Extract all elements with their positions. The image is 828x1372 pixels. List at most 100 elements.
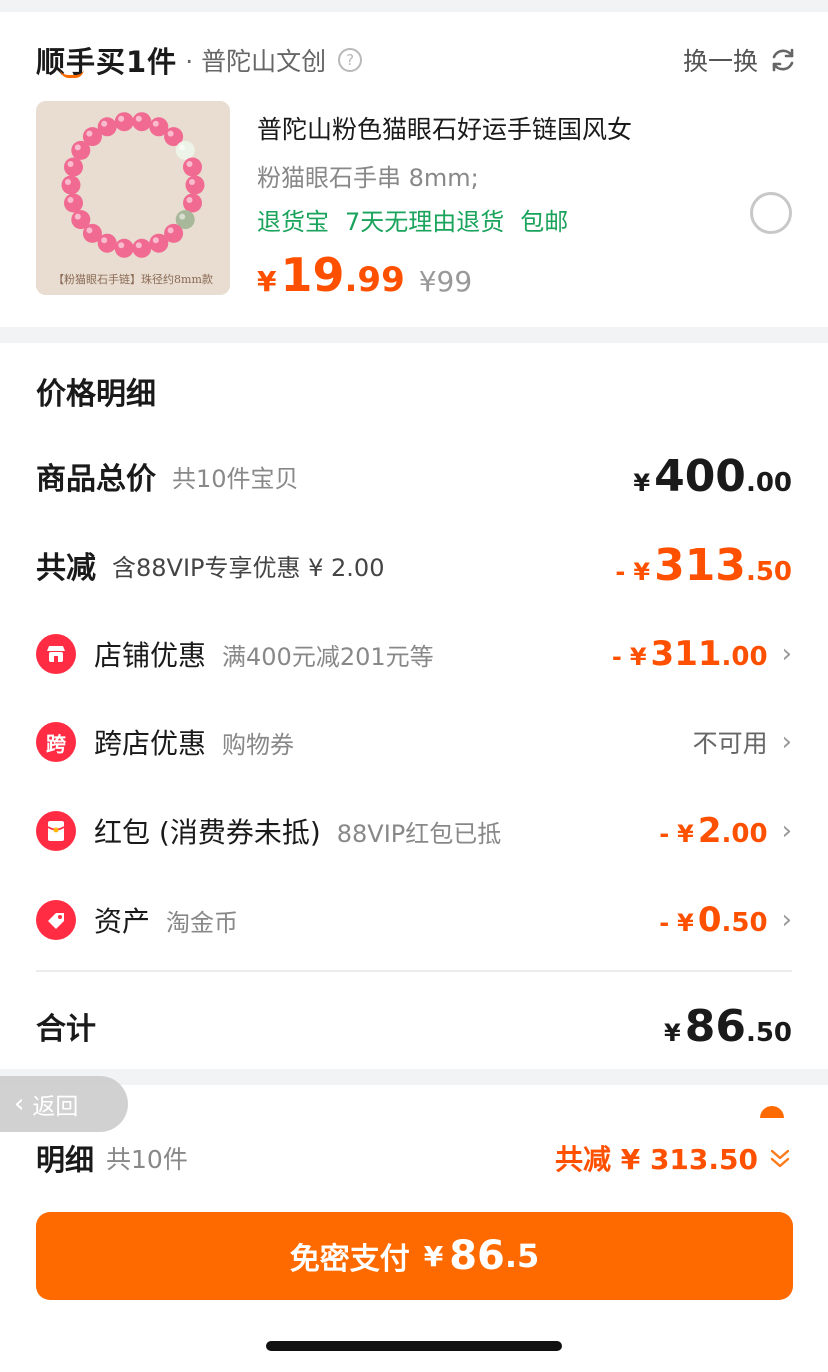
brand-text: 顺手买1件 — [36, 45, 178, 79]
bead-highlight — [186, 197, 193, 203]
swap-button[interactable]: 换一换 — [683, 42, 798, 78]
divider — [36, 970, 792, 972]
product-tags: 退货宝 7天无理由退货 包邮 — [257, 202, 568, 237]
yen-symbol: ¥ — [677, 820, 694, 848]
bead-highlight — [118, 242, 125, 249]
amount-int: 86 — [684, 1000, 746, 1052]
minus-sign: - — [659, 820, 670, 848]
assets-row[interactable]: 资产 淘金币 - ¥ 0 .50 › — [36, 895, 792, 945]
detail-row[interactable]: 明细 共10件 共减 ¥ 313.50 — [36, 1133, 792, 1183]
red-packet-sub: 88VIP红包已抵 — [336, 819, 502, 848]
pay-int: 86 — [449, 1233, 505, 1279]
bead — [183, 193, 202, 213]
price-detail-card: 价格明细 商品总价 共10件宝贝 ¥ 400 .00 共减 含88VIP专享优惠… — [0, 343, 828, 1069]
total-row: 合计 ¥ 86 .50 — [36, 1000, 792, 1052]
bead — [185, 175, 205, 195]
bead-highlight — [135, 242, 142, 249]
amount-int: 0 — [697, 900, 722, 940]
cross-store-sub: 购物券 — [222, 730, 295, 759]
bead — [175, 140, 195, 160]
product-price: ¥ 19 .99 ¥99 — [257, 248, 472, 302]
price-yen: ¥ — [257, 265, 277, 298]
product-card: 顺手买1件 · 普陀山文创 ? 换一换 【粉猫眼石手链】珠径约8mm款 普陀山粉… — [0, 12, 828, 327]
bead-highlight — [101, 120, 108, 127]
bottom-checkout-bar: 明细 共10件 共减 ¥ 313.50 免密支付 ¥ 86 .5 — [0, 1085, 828, 1372]
pay-dec: .5 — [504, 1237, 540, 1275]
bead-highlight — [167, 130, 174, 137]
assets-sub: 淘金币 — [166, 908, 239, 937]
detail-count: 共10件 — [106, 1145, 188, 1174]
bead-highlight — [189, 179, 195, 185]
store-discount-sub: 满400元减201元等 — [222, 642, 434, 671]
red-packet-label: 红包 (消费券未抵) — [94, 816, 321, 849]
amount-int: 400 — [654, 450, 746, 502]
product-image[interactable]: 【粉猫眼石手链】珠径约8mm款 — [36, 101, 230, 295]
bead — [183, 157, 202, 177]
brand-subtitle: · 普陀山文创 — [185, 42, 326, 78]
price-int: 19 — [280, 248, 345, 302]
card-header: 顺手买1件 · 普陀山文创 ? 换一换 — [36, 40, 798, 80]
yen-symbol: ¥ — [664, 1018, 681, 1047]
bead — [64, 157, 83, 177]
select-radio[interactable] — [750, 192, 792, 234]
bead-highlight — [86, 130, 93, 137]
bead-highlight — [179, 213, 186, 220]
home-indicator[interactable] — [266, 1341, 562, 1351]
brand-sub-label: 普陀山文创 — [201, 47, 327, 76]
amount-dec: .50 — [745, 556, 792, 587]
store-icon — [36, 634, 76, 674]
bead-highlight — [167, 227, 174, 234]
amount-dec: .00 — [745, 467, 792, 498]
chevron-right-icon: › — [781, 905, 792, 935]
bead-highlight — [67, 197, 74, 203]
cross-store-value: 不可用 — [692, 729, 768, 758]
minus-sign: - — [659, 909, 670, 937]
section-title: 价格明细 — [36, 377, 156, 412]
yen-symbol: ¥ — [633, 557, 651, 586]
help-icon[interactable]: ? — [338, 48, 363, 72]
bracelet-image: 【粉猫眼石手链】珠径约8mm款 — [36, 101, 230, 295]
pay-button[interactable]: 免密支付 ¥ 86 .5 — [36, 1212, 793, 1300]
product-title[interactable]: 普陀山粉色猫眼石好运手链国风女 — [257, 110, 632, 146]
tag-return-insurance: 退货宝 — [257, 208, 329, 236]
bead — [71, 210, 91, 230]
store-discount-label: 店铺优惠 — [94, 639, 207, 672]
bead-highlight — [186, 161, 193, 167]
bead-highlight — [86, 227, 93, 234]
refresh-icon — [772, 48, 794, 72]
double-chevron-down-icon — [770, 1149, 790, 1168]
amount-dec: .50 — [745, 1017, 792, 1048]
amount-int: 313 — [654, 539, 746, 591]
back-label: 返回 — [32, 1094, 79, 1120]
red-packet-amount: - ¥ 2 .00 — [659, 811, 767, 851]
total-label: 合计 — [36, 1012, 96, 1047]
amount-dec: .50 — [721, 908, 768, 938]
pay-label: 免密支付 — [289, 1242, 410, 1277]
brand-logo: 顺手买1件 — [36, 39, 177, 81]
bead — [64, 193, 83, 213]
minus-sign: - — [611, 643, 622, 671]
coin-tag-icon — [36, 900, 76, 940]
bead-highlight — [74, 213, 81, 220]
tag-free-shipping: 包邮 — [520, 208, 569, 236]
bead-highlight — [179, 144, 186, 151]
yen-symbol: ¥ — [633, 468, 651, 497]
cross-store-row[interactable]: 跨 跨店优惠 购物券 不可用 › — [36, 717, 792, 767]
back-button[interactable]: ‹ 返回 — [0, 1076, 128, 1132]
bead-highlight — [152, 237, 159, 244]
total-discount-sub: 含88VIP专享优惠 ¥ 2.00 — [112, 553, 385, 582]
chevron-right-icon: › — [781, 639, 792, 669]
chevron-right-icon: › — [781, 816, 792, 846]
cross-store-label: 跨店优惠 — [94, 727, 207, 760]
amount-int: 311 — [650, 634, 722, 674]
red-packet-icon — [36, 811, 76, 851]
yen-symbol: ¥ — [677, 909, 694, 937]
total-discount-row: 共减 含88VIP专享优惠 ¥ 2.00 - ¥ 313 .50 — [36, 539, 792, 591]
store-discount-row[interactable]: 店铺优惠 满400元减201元等 - ¥ 311 .00 › — [36, 629, 792, 679]
detail-discount[interactable]: 共减 ¥ 313.50 — [555, 1138, 792, 1178]
amount-int: 2 — [697, 811, 722, 851]
detail-discount-label: 共减 ¥ 313.50 — [554, 1143, 758, 1176]
bead-highlight — [118, 115, 125, 122]
red-packet-row[interactable]: 红包 (消费券未抵) 88VIP红包已抵 - ¥ 2 .00 › — [36, 806, 792, 856]
product-spec: 粉猫眼石手串 8mm; — [257, 164, 479, 192]
